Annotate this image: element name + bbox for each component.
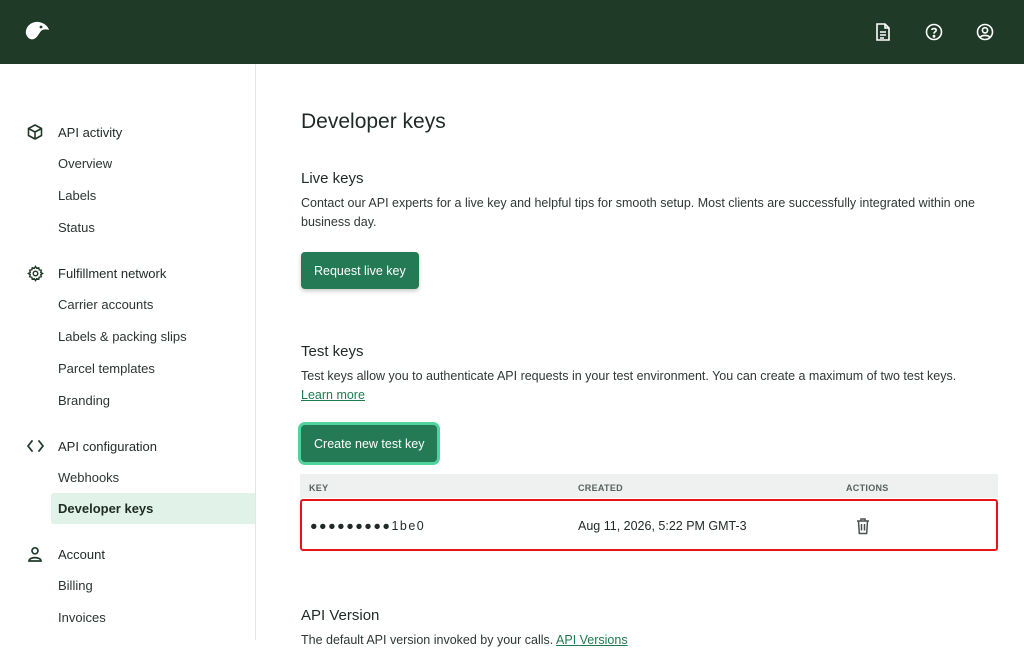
sidebar-item-carrier-accounts[interactable]: Carrier accounts bbox=[51, 289, 255, 320]
api-version-heading: API Version bbox=[301, 607, 380, 624]
sidebar-section-api-configuration[interactable]: API configuration bbox=[0, 432, 256, 460]
sidebar-item-status[interactable]: Status bbox=[51, 212, 255, 243]
sidebar-section-api-activity[interactable]: API activity bbox=[0, 118, 256, 146]
sidebar-item-developer-keys[interactable]: Developer keys bbox=[51, 493, 255, 524]
top-bar bbox=[0, 0, 1024, 64]
keys-table-header: KEY CREATED ACTIONS bbox=[300, 474, 998, 498]
sidebar-section-label: Account bbox=[58, 546, 105, 562]
table-row: ●●●●●●●●●1be0 Aug 11, 2026, 5:22 PM GMT-… bbox=[300, 499, 998, 551]
api-version-description: The default API version invoked by your … bbox=[301, 631, 1001, 650]
sidebar: API activity Overview Labels Status Fulf… bbox=[0, 64, 256, 640]
sidebar-item-branding[interactable]: Branding bbox=[51, 385, 255, 416]
api-version-description-text: The default API version invoked by your … bbox=[301, 633, 554, 647]
sidebar-item-webhooks[interactable]: Webhooks bbox=[51, 462, 255, 493]
document-icon[interactable] bbox=[871, 20, 895, 44]
column-header-key: KEY bbox=[309, 483, 329, 493]
person-icon bbox=[26, 545, 44, 563]
sidebar-section-account[interactable]: Account bbox=[0, 540, 256, 568]
live-keys-heading: Live keys bbox=[301, 170, 364, 187]
sidebar-section-fulfillment-network[interactable]: Fulfillment network bbox=[0, 259, 256, 287]
created-date: Aug 11, 2026, 5:22 PM GMT-3 bbox=[578, 519, 747, 533]
masked-key: ●●●●●●●●●1be0 bbox=[310, 519, 426, 533]
request-live-key-button[interactable]: Request live key bbox=[301, 252, 419, 289]
sidebar-section-label: Fulfillment network bbox=[58, 265, 167, 281]
sidebar-item-billing[interactable]: Billing bbox=[51, 570, 255, 601]
test-keys-heading: Test keys bbox=[301, 343, 364, 360]
box-icon bbox=[26, 123, 44, 141]
help-circle-icon[interactable] bbox=[922, 20, 946, 44]
sidebar-item-parcel-templates[interactable]: Parcel templates bbox=[51, 353, 255, 384]
user-circle-icon[interactable] bbox=[973, 20, 997, 44]
test-keys-description-text: Test keys allow you to authenticate API … bbox=[301, 369, 957, 383]
main-content: Developer keys Live keys Contact our API… bbox=[256, 64, 1024, 647]
sidebar-item-labels[interactable]: Labels bbox=[51, 180, 255, 211]
sidebar-section-label: API configuration bbox=[58, 438, 158, 454]
column-header-created: CREATED bbox=[578, 483, 623, 493]
sidebar-item-invoices[interactable]: Invoices bbox=[51, 602, 255, 633]
sidebar-item-labels-packing-slips[interactable]: Labels & packing slips bbox=[51, 321, 255, 352]
sidebar-item-overview[interactable]: Overview bbox=[51, 148, 255, 179]
create-test-key-button[interactable]: Create new test key bbox=[301, 425, 438, 462]
code-icon bbox=[26, 437, 44, 455]
learn-more-link[interactable]: Learn more bbox=[301, 388, 365, 402]
page-title: Developer keys bbox=[301, 110, 446, 133]
api-versions-link[interactable]: API Versions bbox=[556, 633, 628, 647]
live-keys-description: Contact our API experts for a live key a… bbox=[301, 196, 975, 229]
gear-icon bbox=[26, 264, 44, 282]
test-keys-description: Test keys allow you to authenticate API … bbox=[301, 367, 1001, 405]
trash-icon[interactable] bbox=[855, 517, 873, 535]
bird-logo-icon[interactable] bbox=[22, 18, 52, 46]
column-header-actions: ACTIONS bbox=[846, 483, 889, 493]
sidebar-section-label: API activity bbox=[58, 124, 123, 140]
